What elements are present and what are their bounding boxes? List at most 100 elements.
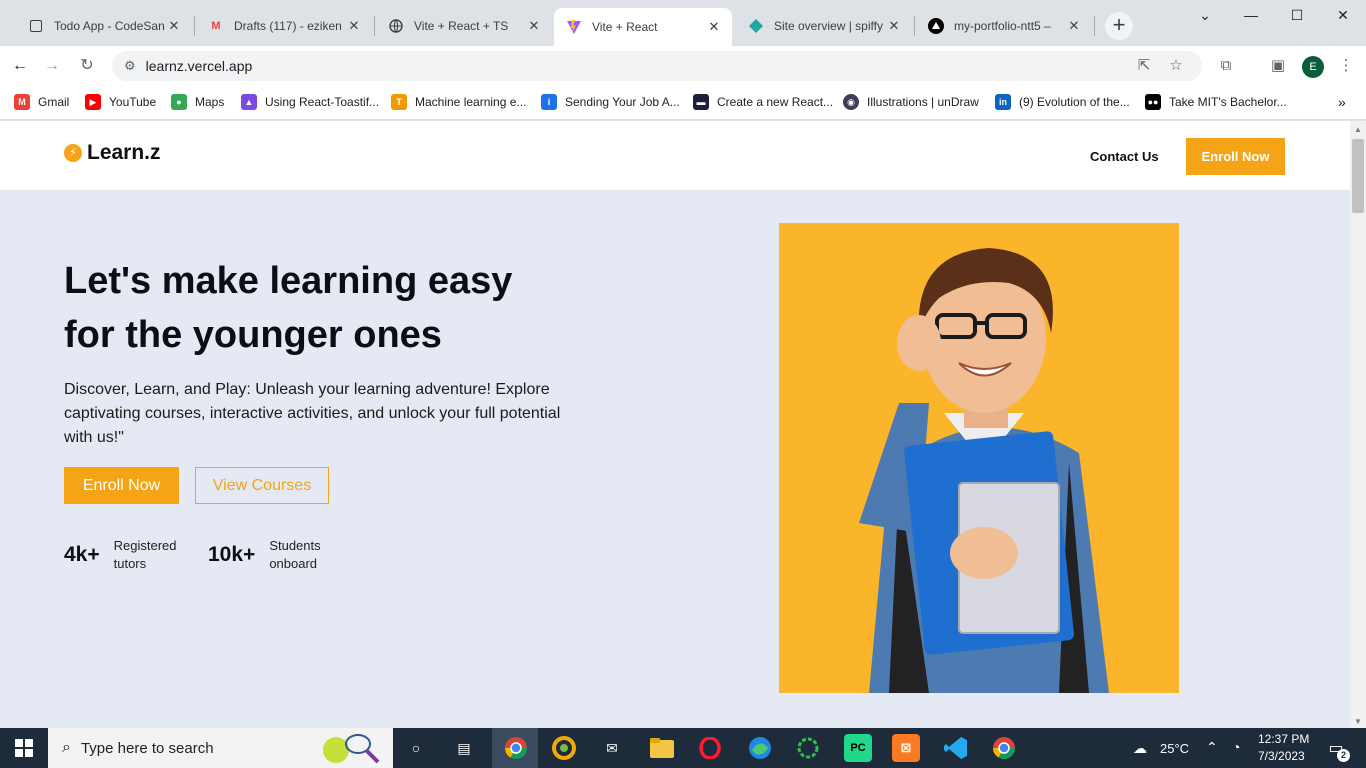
new-tab-button[interactable]: + xyxy=(1105,12,1133,40)
clock-date[interactable]: 7/3/2023 xyxy=(1258,749,1305,763)
bookmark-youtube[interactable]: ▶ YouTube xyxy=(85,94,156,110)
bookmark-label: Machine learning e... xyxy=(415,95,527,109)
square-icon xyxy=(28,18,44,34)
close-icon[interactable]: ✕ xyxy=(886,18,902,34)
bookmark-maps[interactable]: ● Maps xyxy=(171,94,224,110)
pycharm-icon[interactable]: PC xyxy=(844,734,872,762)
canary-icon[interactable] xyxy=(550,734,578,762)
logo-text: Learn.z xyxy=(87,141,161,164)
bookmark-create-react[interactable]: ▬ Create a new React... xyxy=(693,94,833,110)
url-text[interactable]: learnz.vercel.app xyxy=(146,58,253,74)
close-icon[interactable]: ✕ xyxy=(166,18,182,34)
bookmark-machine-learning[interactable]: T Machine learning e... xyxy=(391,94,526,110)
edge-icon[interactable] xyxy=(746,734,774,762)
nav-enroll-button[interactable]: Enroll Now xyxy=(1186,138,1285,175)
share-icon[interactable]: ⇱ xyxy=(1132,54,1156,78)
scroll-up-icon[interactable]: ▲ xyxy=(1354,125,1362,134)
close-icon[interactable]: ✕ xyxy=(526,18,542,34)
bookmark-label: Maps xyxy=(195,95,225,109)
opera-icon[interactable] xyxy=(696,734,724,762)
site-info-icon[interactable]: ⚙ xyxy=(124,58,136,74)
task-view-icon[interactable]: ○ xyxy=(402,734,430,762)
tab-site-overview[interactable]: Site overview | spiffy ✕ xyxy=(736,8,912,44)
start-button[interactable] xyxy=(0,728,48,768)
profile-avatar[interactable]: E xyxy=(1302,56,1324,78)
scroll-thumb[interactable] xyxy=(1352,139,1364,213)
reload-icon[interactable]: ↻ xyxy=(75,54,99,78)
tab-separator xyxy=(1094,16,1095,36)
wifi-icon[interactable]: ◔ xyxy=(1232,739,1240,755)
chevron-up-icon[interactable]: ⌃ xyxy=(1206,739,1218,756)
chrome-profile-icon[interactable] xyxy=(990,734,1018,762)
weather-icon[interactable]: ☁ xyxy=(1126,734,1154,762)
tab-title: Drafts (117) - eziken xyxy=(234,19,342,33)
search-icon: ⌕ xyxy=(62,739,71,756)
bookmark-react-toastify[interactable]: ▲ Using React-Toastif... xyxy=(241,94,379,110)
taskbar-search[interactable]: ⌕ Type here to search xyxy=(48,728,393,768)
maximize-button[interactable]: ☐ xyxy=(1274,4,1320,26)
close-window-button[interactable]: ✕ xyxy=(1320,4,1366,26)
tab-separator xyxy=(914,16,915,36)
contact-us-link[interactable]: Contact Us xyxy=(1090,149,1159,164)
bookmark-undraw[interactable]: ◉ Illustrations | unDraw xyxy=(843,94,979,110)
tensorflow-icon: T xyxy=(391,94,407,110)
tab-search-icon[interactable]: ⌄ xyxy=(1182,4,1228,26)
close-icon[interactable]: ✕ xyxy=(706,19,722,35)
bookmark-mit[interactable]: ●● Take MIT's Bachelor... xyxy=(1145,94,1287,110)
bookmark-gmail[interactable]: M Gmail xyxy=(14,94,69,110)
scroll-down-icon[interactable]: ▼ xyxy=(1354,717,1362,726)
enroll-now-button[interactable]: Enroll Now xyxy=(64,467,179,504)
gmail-icon: M xyxy=(14,94,30,110)
bookmark-linkedin[interactable]: in (9) Evolution of the... xyxy=(995,94,1130,110)
sync-app-icon[interactable] xyxy=(794,734,822,762)
bookmark-label: Gmail xyxy=(38,95,70,109)
widgets-icon[interactable]: ▤ xyxy=(450,734,478,762)
stat-tutors: 4k+ Registered tutors xyxy=(64,537,184,573)
close-icon[interactable]: ✕ xyxy=(346,18,362,34)
tab-title: Vite + React + TS xyxy=(414,19,509,33)
notifications-icon[interactable]: ▭ 2 xyxy=(1322,734,1350,762)
stat-students: 10k+ Students onboard xyxy=(208,537,339,573)
tab-todo-app[interactable]: Todo App - CodeSan ✕ xyxy=(16,8,192,44)
stat-number: 10k+ xyxy=(208,543,256,566)
youtube-icon: ▶ xyxy=(85,94,101,110)
address-bar[interactable]: ⚙ learnz.vercel.app xyxy=(112,51,1202,81)
stat-label: Registered tutors xyxy=(113,538,177,571)
file-explorer-icon[interactable] xyxy=(648,734,676,762)
browser-toolbar: ← → ↻ ⚙ learnz.vercel.app ⇱ ☆ ⧉ ▣ E ⋮ xyxy=(0,46,1366,86)
chrome-icon[interactable] xyxy=(502,734,530,762)
xampp-icon[interactable]: ⊠ xyxy=(892,734,920,762)
hero-title-line-1: Let's make learning easy xyxy=(64,260,513,302)
view-courses-button[interactable]: View Courses xyxy=(195,467,329,504)
clock-time[interactable]: 12:37 PM xyxy=(1258,732,1309,746)
linkedin-icon: in xyxy=(995,94,1011,110)
tab-gmail-drafts[interactable]: M Drafts (117) - eziken ✕ xyxy=(196,8,372,44)
site-logo[interactable]: ⚡ Learn.z xyxy=(64,141,161,165)
forward-icon[interactable]: → xyxy=(40,54,64,78)
vscode-icon[interactable] xyxy=(942,734,970,762)
tab-vite-react-ts[interactable]: Vite + React + TS ✕ xyxy=(376,8,552,44)
extensions-icon[interactable]: ⧉ xyxy=(1214,54,1238,78)
bookmark-label: Create a new React... xyxy=(717,95,834,109)
bookmark-star-icon[interactable]: ☆ xyxy=(1164,54,1188,78)
back-icon[interactable]: ← xyxy=(8,54,32,78)
page-scrollbar[interactable]: ▲ ▼ xyxy=(1350,121,1366,728)
menu-icon[interactable]: ⋮ xyxy=(1334,54,1358,78)
tab-vite-react[interactable]: Vite + React ✕ xyxy=(554,8,732,46)
bookmark-label: Take MIT's Bachelor... xyxy=(1169,95,1287,109)
tab-title: Todo App - CodeSan xyxy=(54,19,165,33)
close-icon[interactable]: ✕ xyxy=(1066,18,1082,34)
more-bookmarks-icon[interactable]: » xyxy=(1338,94,1346,110)
tab-title: my-portfolio-ntt5 – xyxy=(954,19,1051,33)
bookmark-sending-job[interactable]: i Sending Your Job A... xyxy=(541,94,680,110)
site-navbar: ⚡ Learn.z Contact Us Enroll Now xyxy=(0,121,1350,190)
undraw-icon: ◉ xyxy=(843,94,859,110)
medium-icon: ●● xyxy=(1145,94,1161,110)
tab-separator xyxy=(374,16,375,36)
tab-my-portfolio[interactable]: my-portfolio-ntt5 – ✕ xyxy=(916,8,1092,44)
gmail-icon: M xyxy=(211,20,221,32)
side-panel-icon[interactable]: ▣ xyxy=(1266,54,1290,78)
minimize-button[interactable]: — xyxy=(1228,4,1274,26)
weather-temp[interactable]: 25°C xyxy=(1160,741,1189,756)
mail-icon[interactable]: ✉ xyxy=(598,734,626,762)
